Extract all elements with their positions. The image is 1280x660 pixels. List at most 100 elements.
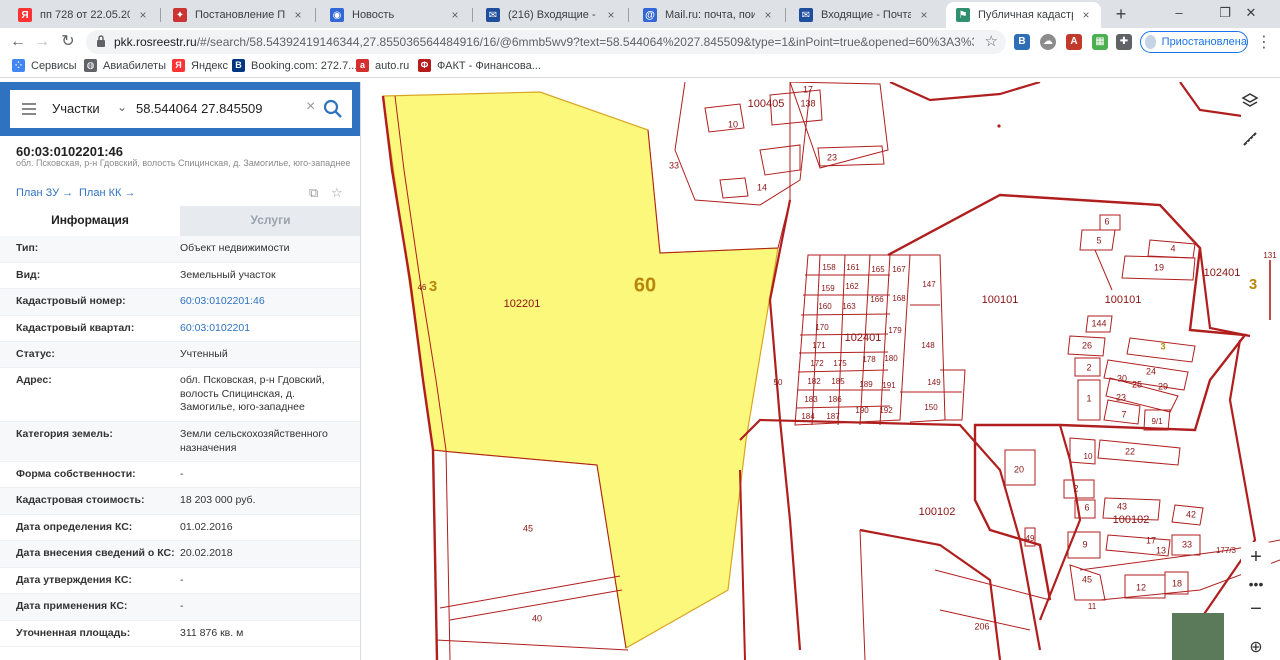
- map-parcel-label: 172: [810, 359, 824, 368]
- attribute-link[interactable]: 60:03:0102201: [180, 322, 352, 336]
- layers-icon[interactable]: [1241, 92, 1271, 122]
- close-tab-icon[interactable]: ×: [1079, 8, 1093, 22]
- bookmark-label: Авиабилеты: [103, 59, 167, 72]
- map-parcel-label: 5: [1096, 235, 1101, 245]
- profile-button[interactable]: Приостановлена: [1140, 31, 1248, 53]
- chevron-down-icon[interactable]: ⌄: [117, 100, 127, 114]
- extension-grid-icon[interactable]: ▦: [1092, 34, 1108, 50]
- browser-menu-icon[interactable]: ⋮: [1256, 32, 1272, 52]
- map-parcel-label: 43: [1117, 501, 1127, 511]
- attribute-label: Статус:: [16, 348, 55, 360]
- bookmark-item[interactable]: Я Яндекс: [172, 59, 228, 72]
- browser-tab[interactable]: ✦ Постановление Правите ×: [163, 2, 313, 28]
- bookmark-item[interactable]: B Booking.com: 272.7...: [232, 59, 357, 72]
- browser-tab[interactable]: ✉ Входящие - Почта Mail.r ×: [789, 2, 939, 28]
- avatar: [1145, 35, 1156, 49]
- tab-favicon-icon: ⚑: [956, 8, 970, 22]
- favorite-star-icon[interactable]: ☆: [331, 185, 345, 200]
- map-parcel-label: 33: [669, 160, 679, 170]
- map-parcel-label: 180: [884, 354, 898, 363]
- attribute-row: Кадастровый номер: 60:03:0102201:46: [0, 289, 360, 316]
- tab-services[interactable]: Услуги: [180, 206, 360, 236]
- map-parcel-label: 183: [804, 395, 818, 404]
- tab-title: Mail.ru: почта, поиск в и: [665, 9, 755, 21]
- bookmark-item[interactable]: Ф ФАКТ - Финансова...: [418, 59, 541, 72]
- browser-tab[interactable]: ⚑ Публичная кадастрова ×: [946, 2, 1101, 28]
- close-tab-icon[interactable]: ×: [761, 8, 775, 22]
- extensions-puzzle-icon[interactable]: ✚: [1116, 34, 1132, 50]
- tab-title: пп 728 от 22.05.2020 —: [40, 9, 130, 21]
- forward-icon[interactable]: →: [32, 32, 52, 52]
- attribute-value: 311 876 кв. м: [180, 627, 244, 639]
- extension-cloud-icon[interactable]: ☁: [1040, 34, 1056, 50]
- reload-icon[interactable]: ↻: [58, 32, 78, 52]
- zoom-in-icon[interactable]: +: [1241, 542, 1271, 572]
- bookmark-label: ФАКТ - Финансова...: [437, 59, 541, 72]
- back-icon[interactable]: ←: [8, 32, 28, 52]
- new-tab-icon[interactable]: +: [1110, 3, 1132, 25]
- attribute-link[interactable]: 60:03:0102201:46: [180, 295, 352, 309]
- tab-information[interactable]: Информация: [0, 206, 180, 236]
- satellite-minimap[interactable]: [1172, 613, 1224, 660]
- plan-kk-link[interactable]: План КК →: [79, 187, 135, 199]
- map-parcel-label: 187: [826, 412, 840, 421]
- search-type-select[interactable]: Участки: [52, 101, 100, 116]
- close-tab-icon[interactable]: ×: [291, 8, 305, 22]
- map-parcel-label: 184: [801, 412, 815, 421]
- map-parcel-label: 49: [1026, 534, 1035, 543]
- attribute-value: обл. Псковская, р-н Гдовский, волость Сп…: [180, 374, 325, 413]
- minimize-icon[interactable]: –: [1156, 0, 1202, 28]
- map-parcel-label: 2: [1073, 483, 1078, 493]
- tab-title: Новость: [352, 9, 395, 21]
- map-parcel-label: 14: [757, 182, 767, 192]
- map-parcel-label: 163: [842, 302, 856, 311]
- close-window-icon[interactable]: ✕: [1228, 0, 1274, 28]
- browser-tab[interactable]: Япп 728 от 22.05.2020 — ×: [8, 2, 158, 28]
- close-tab-icon[interactable]: ×: [448, 8, 462, 22]
- map-canvas[interactable]: 10040517138102314333461022016065419 10240…: [361, 82, 1280, 660]
- bookmark-star-icon[interactable]: ☆: [985, 32, 998, 50]
- bookmark-item[interactable]: ⁘ Сервисы: [12, 59, 77, 72]
- close-tab-icon[interactable]: ×: [604, 8, 618, 22]
- attribute-label: Кадастровая стоимость:: [16, 494, 145, 506]
- address-bar[interactable]: pkk.rosreestr.ru/#/search/58.54392419146…: [86, 30, 1006, 54]
- map-parcel-label: 100102: [1113, 514, 1150, 526]
- hamburger-menu-icon[interactable]: [22, 103, 36, 115]
- extension-pdf-icon[interactable]: A: [1066, 34, 1082, 50]
- attribute-row: Дата утверждения КС: -: [0, 568, 360, 594]
- attribute-label: Уточненная площадь:: [16, 627, 131, 639]
- search-input[interactable]: 58.544064 27.845509: [136, 101, 263, 116]
- map-parcel-label: 29: [1158, 381, 1168, 391]
- map-parcel-label: 40: [532, 613, 542, 623]
- plan-zu-link[interactable]: План ЗУ →: [16, 187, 73, 199]
- ruler-icon[interactable]: [1241, 130, 1271, 160]
- print-icon[interactable]: ⧉: [309, 185, 323, 200]
- attribute-value: 01.02.2016: [180, 521, 233, 533]
- browser-tab[interactable]: ✉ (216) Входящие - Почта ×: [476, 2, 626, 28]
- zoom-out-icon[interactable]: −: [1241, 594, 1271, 624]
- close-tab-icon[interactable]: ×: [136, 8, 150, 22]
- bookmark-item[interactable]: ◍ Авиабилеты: [84, 59, 166, 72]
- clear-icon[interactable]: ×: [306, 98, 315, 116]
- map-parcel-label: 160: [818, 302, 832, 311]
- bookmark-item[interactable]: a auto.ru: [356, 59, 409, 72]
- cadastral-map[interactable]: 100405 17 138 10 23 14 33 3 46 102201 60 6 5 4 19 10240…: [361, 82, 1280, 660]
- lock-icon: [97, 35, 105, 47]
- attribute-row: Адрес: обл. Псковская, р-н Гдовский, воло…: [0, 368, 360, 422]
- bookmarks-bar: ⁘ Сервисы ◍ Авиабилеты Я Яндекс B Booking.com: …: [0, 56, 1280, 78]
- url-host: pkk.rosreestr.ru: [114, 35, 197, 49]
- close-tab-icon[interactable]: ×: [917, 8, 931, 22]
- map-parcel-label: 20: [1014, 464, 1024, 474]
- map-parcel-label: 186: [828, 395, 842, 404]
- search-icon[interactable]: [322, 98, 344, 120]
- url-path: /#/search/58.54392419146344,27.855036564…: [196, 35, 974, 49]
- compass-icon[interactable]: ⊕: [1241, 632, 1271, 660]
- map-parcel-label: 148: [921, 341, 935, 350]
- extension-b-icon[interactable]: B: [1014, 34, 1030, 50]
- map-parcel-label: 206: [974, 621, 989, 631]
- map-parcel-label: 158: [822, 263, 836, 272]
- browser-tab[interactable]: ◉ Новость ×: [320, 2, 470, 28]
- tab-title: Входящие - Почта Mail.r: [821, 9, 911, 21]
- browser-tab[interactable]: @ Mail.ru: почта, поиск в и ×: [633, 2, 783, 28]
- tab-favicon-icon: @: [643, 8, 657, 22]
